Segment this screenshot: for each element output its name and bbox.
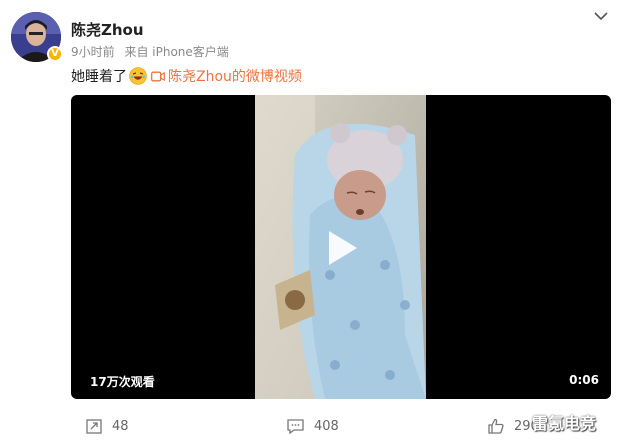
action-bar: 48 408 2902 bbox=[0, 410, 622, 444]
repost-button[interactable]: 48 bbox=[86, 418, 129, 434]
post-text: 她睡着了 陈尧Zhou的微博视频 bbox=[71, 66, 302, 86]
comment-button[interactable]: 408 bbox=[287, 418, 339, 434]
view-count: 17万次观看 bbox=[90, 375, 155, 389]
verified-badge-icon: V bbox=[47, 46, 63, 62]
post-meta: 9小时前 来自 iPhone客户端 bbox=[71, 43, 235, 60]
play-icon[interactable] bbox=[315, 223, 365, 273]
comment-icon bbox=[287, 419, 304, 434]
chevron-down-icon[interactable] bbox=[593, 8, 609, 22]
watermark: 雷氪电竞 bbox=[532, 414, 597, 433]
post-source: 来自 iPhone客户端 bbox=[124, 45, 229, 59]
comment-count: 408 bbox=[314, 418, 339, 434]
author-name[interactable]: 陈尧Zhou bbox=[71, 19, 144, 40]
video-link[interactable]: 陈尧Zhou的微博视频 bbox=[151, 66, 302, 86]
video-link-label[interactable]: 陈尧Zhou的微博视频 bbox=[168, 66, 302, 86]
thumbs-up-icon bbox=[488, 418, 504, 434]
video-duration: 0:06 bbox=[569, 373, 599, 387]
post-body: 她睡着了 bbox=[71, 69, 127, 85]
laughing-emoji-icon bbox=[129, 67, 147, 85]
repost-icon bbox=[86, 419, 102, 434]
video-player[interactable]: 17万次观看 0:06 bbox=[71, 95, 611, 399]
post-time[interactable]: 9小时前 bbox=[71, 45, 115, 59]
repost-count: 48 bbox=[112, 418, 129, 434]
video-camera-icon bbox=[151, 71, 165, 81]
